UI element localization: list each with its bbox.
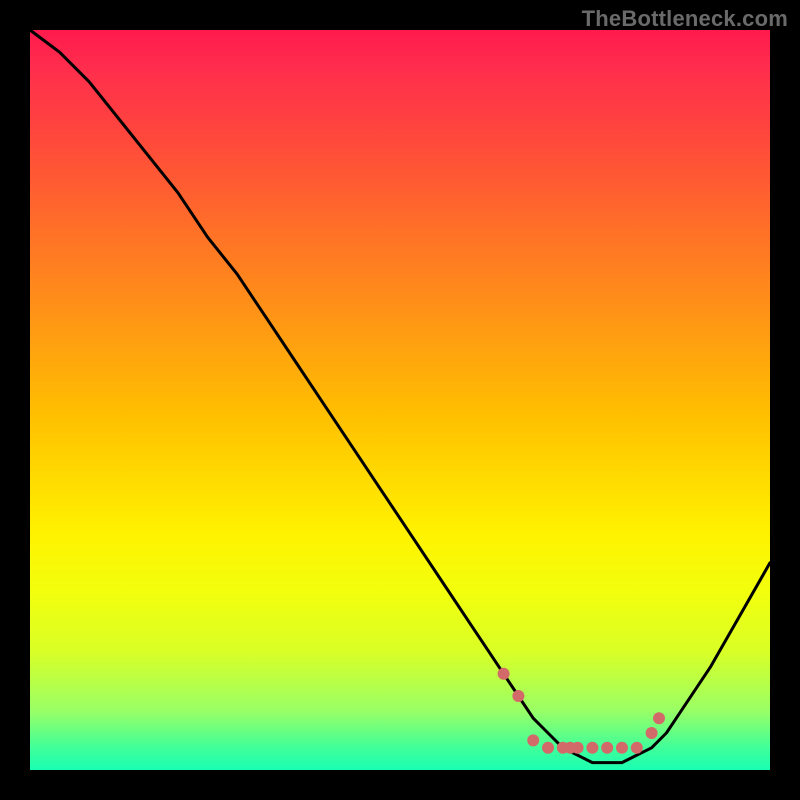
marker-dot xyxy=(527,734,539,746)
bottleneck-markers xyxy=(498,668,665,754)
marker-dot xyxy=(653,712,665,724)
marker-dot xyxy=(512,690,524,702)
watermark-text: TheBottleneck.com xyxy=(582,6,788,32)
marker-dot xyxy=(616,742,628,754)
marker-dot xyxy=(498,668,510,680)
plot-area xyxy=(30,30,770,770)
chart-frame: TheBottleneck.com xyxy=(0,0,800,800)
chart-overlay xyxy=(30,30,770,770)
marker-dot xyxy=(586,742,598,754)
marker-dot xyxy=(631,742,643,754)
marker-dot xyxy=(572,742,584,754)
marker-dot xyxy=(542,742,554,754)
marker-dot xyxy=(601,742,613,754)
bottleneck-curve xyxy=(30,30,770,763)
marker-dot xyxy=(646,727,658,739)
